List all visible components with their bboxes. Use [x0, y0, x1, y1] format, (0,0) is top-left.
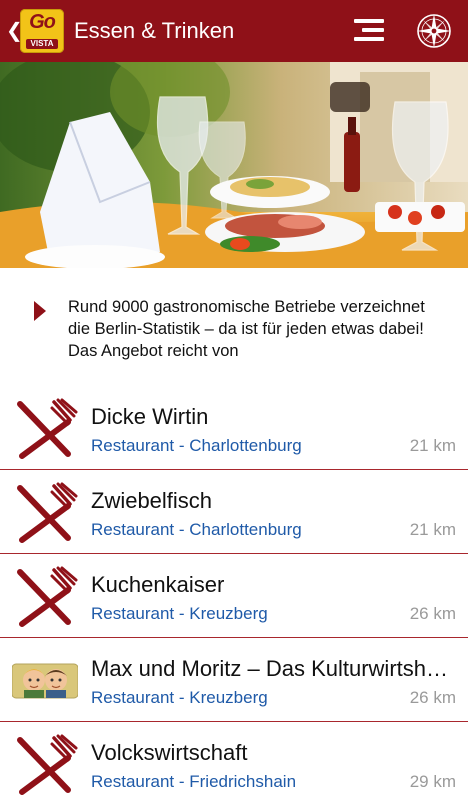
item-name: Dicke Wirtin: [91, 404, 209, 429]
fork-knife-icon: [12, 398, 78, 460]
item-distance: 29 km: [409, 772, 456, 791]
fork-knife-icon: [12, 482, 78, 544]
compass-icon[interactable]: [414, 11, 454, 51]
app-header: ❮ Go VISTA Essen & Trinken: [0, 0, 468, 62]
page-title: Essen & Trinken: [74, 18, 235, 43]
back-button[interactable]: ❮: [6, 21, 23, 41]
item-category[interactable]: Restaurant - Kreuzberg: [91, 688, 268, 708]
intro-text: Rund 9000 gastronomische Betriebe verzei…: [68, 298, 425, 360]
item-name: Max und Moritz – Das Kulturwirtshaus: [91, 656, 451, 681]
item-distance: 21 km: [409, 520, 456, 539]
item-name: Kuchenkaiser: [91, 572, 225, 597]
item-category[interactable]: Restaurant - Friedrichshain: [91, 772, 296, 792]
list-item[interactable]: Kuchenkaiser Restaurant - Kreuzberg 26 k…: [0, 554, 468, 638]
max-moritz-thumbnail: [11, 650, 79, 712]
item-distance: 26 km: [409, 604, 456, 623]
item-category[interactable]: Restaurant - Charlottenburg: [91, 520, 302, 540]
logo-vista-text: VISTA: [26, 39, 58, 49]
item-name: Volckswirtschaft: [91, 740, 248, 765]
item-category[interactable]: Restaurant - Kreuzberg: [91, 604, 268, 624]
intro-section: Rund 9000 gastronomische Betriebe verzei…: [0, 268, 468, 386]
hero-image: [0, 62, 468, 268]
go-vista-logo[interactable]: Go VISTA: [20, 9, 64, 53]
item-category[interactable]: Restaurant - Charlottenburg: [91, 436, 302, 456]
list-item[interactable]: Zwiebelfisch Restaurant - Charlottenburg…: [0, 470, 468, 554]
fork-knife-icon: [12, 566, 78, 628]
list-item[interactable]: Dicke Wirtin Restaurant - Charlottenburg…: [0, 386, 468, 470]
expand-arrow-icon[interactable]: [34, 301, 46, 321]
list-item[interactable]: Volckswirtschaft Restaurant - Friedrichs…: [0, 722, 468, 800]
menu-icon[interactable]: [348, 11, 388, 51]
item-name: Zwiebelfisch: [91, 488, 213, 513]
logo-go-text: Go: [29, 11, 56, 33]
list-item[interactable]: Max und Moritz – Das Kulturwirtshaus Res…: [0, 638, 468, 722]
fork-knife-icon: [12, 734, 78, 796]
restaurant-list: Dicke Wirtin Restaurant - Charlottenburg…: [0, 386, 468, 800]
item-distance: 26 km: [409, 688, 456, 707]
item-distance: 21 km: [409, 436, 456, 455]
